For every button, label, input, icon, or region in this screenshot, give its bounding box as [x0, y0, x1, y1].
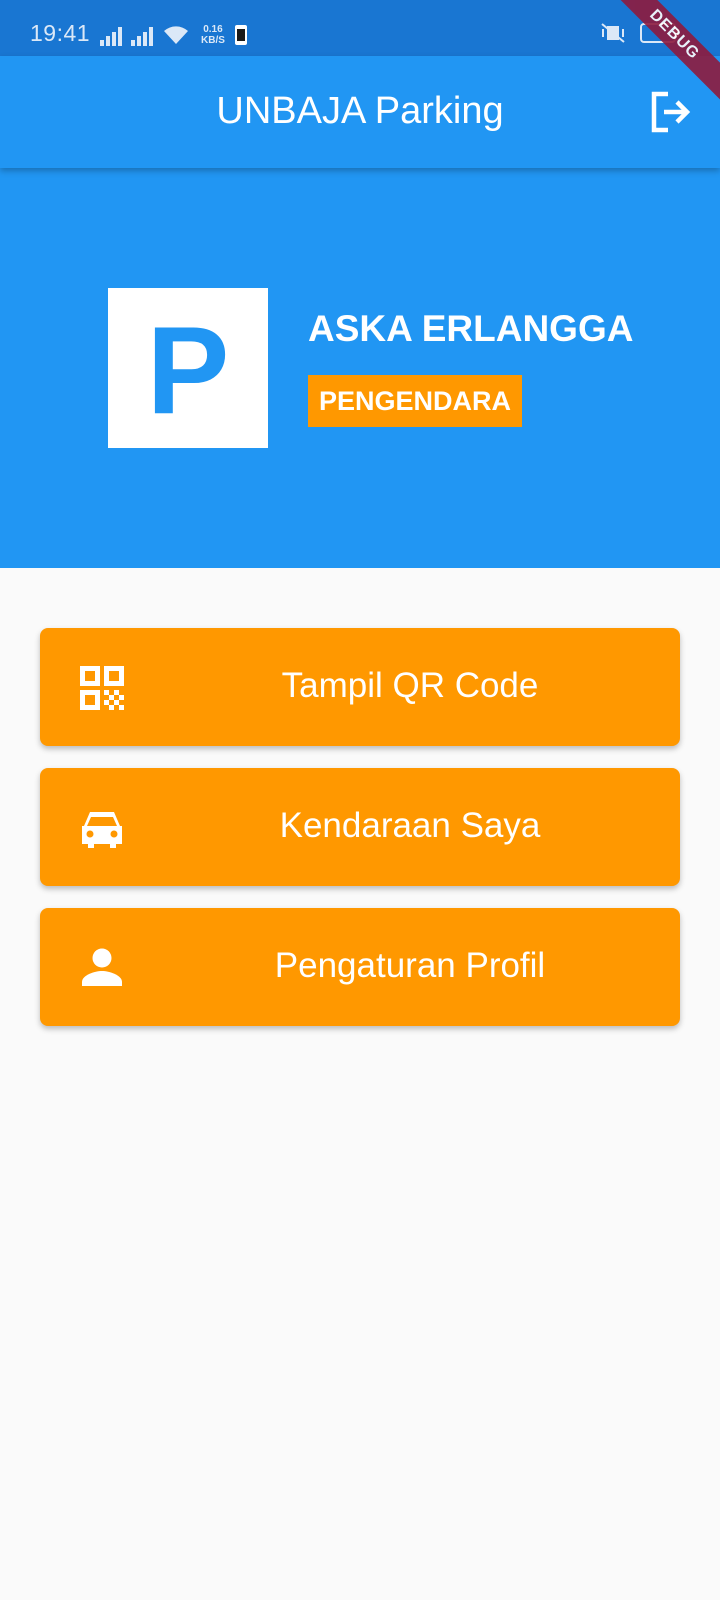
menu-label: Pengaturan Profil [274, 946, 546, 985]
user-name: ASKA ERLANGGA [308, 308, 634, 349]
signal-icon [100, 26, 122, 46]
parking-p-icon: P [147, 302, 230, 440]
menu-label: Kendaraan Saya [279, 806, 541, 845]
app-bar: UNBAJA Parking [0, 56, 720, 168]
profile-settings-button[interactable]: Pengaturan Profil [40, 908, 680, 1026]
logout-icon [651, 91, 691, 133]
vibrate-icon [601, 23, 625, 43]
menu-list: Tampil QR Code Kendaraan Saya Pengaturan… [40, 628, 680, 1048]
car-icon [82, 812, 122, 848]
profile-header: P ASKA ERLANGGA PENGENDARA [0, 168, 720, 568]
person-icon [82, 948, 122, 986]
role-badge: PENGENDARA [308, 375, 523, 427]
logo-letter: P [147, 302, 230, 440]
network-speed-unit: KB/S [201, 35, 225, 46]
parking-logo: P [108, 288, 268, 448]
qr-code-icon [80, 666, 124, 710]
status-icons: 0.16 KB/S [100, 20, 248, 46]
network-speed: 0.16 KB/S [201, 24, 225, 46]
status-bar: 19:41 0.16 KB/S [0, 0, 720, 56]
app-title: UNBAJA Parking [216, 90, 504, 132]
menu-label: Tampil QR Code [281, 666, 539, 705]
show-qr-code-button[interactable]: Tampil QR Code [40, 628, 680, 746]
my-vehicle-button[interactable]: Kendaraan Saya [40, 768, 680, 886]
logout-button[interactable] [646, 88, 694, 136]
wifi-icon [164, 26, 188, 44]
notification-app-icon [234, 25, 247, 45]
signal-icon [131, 26, 153, 46]
network-speed-value: 0.16 [203, 24, 223, 35]
status-time: 19:41 [30, 20, 91, 46]
